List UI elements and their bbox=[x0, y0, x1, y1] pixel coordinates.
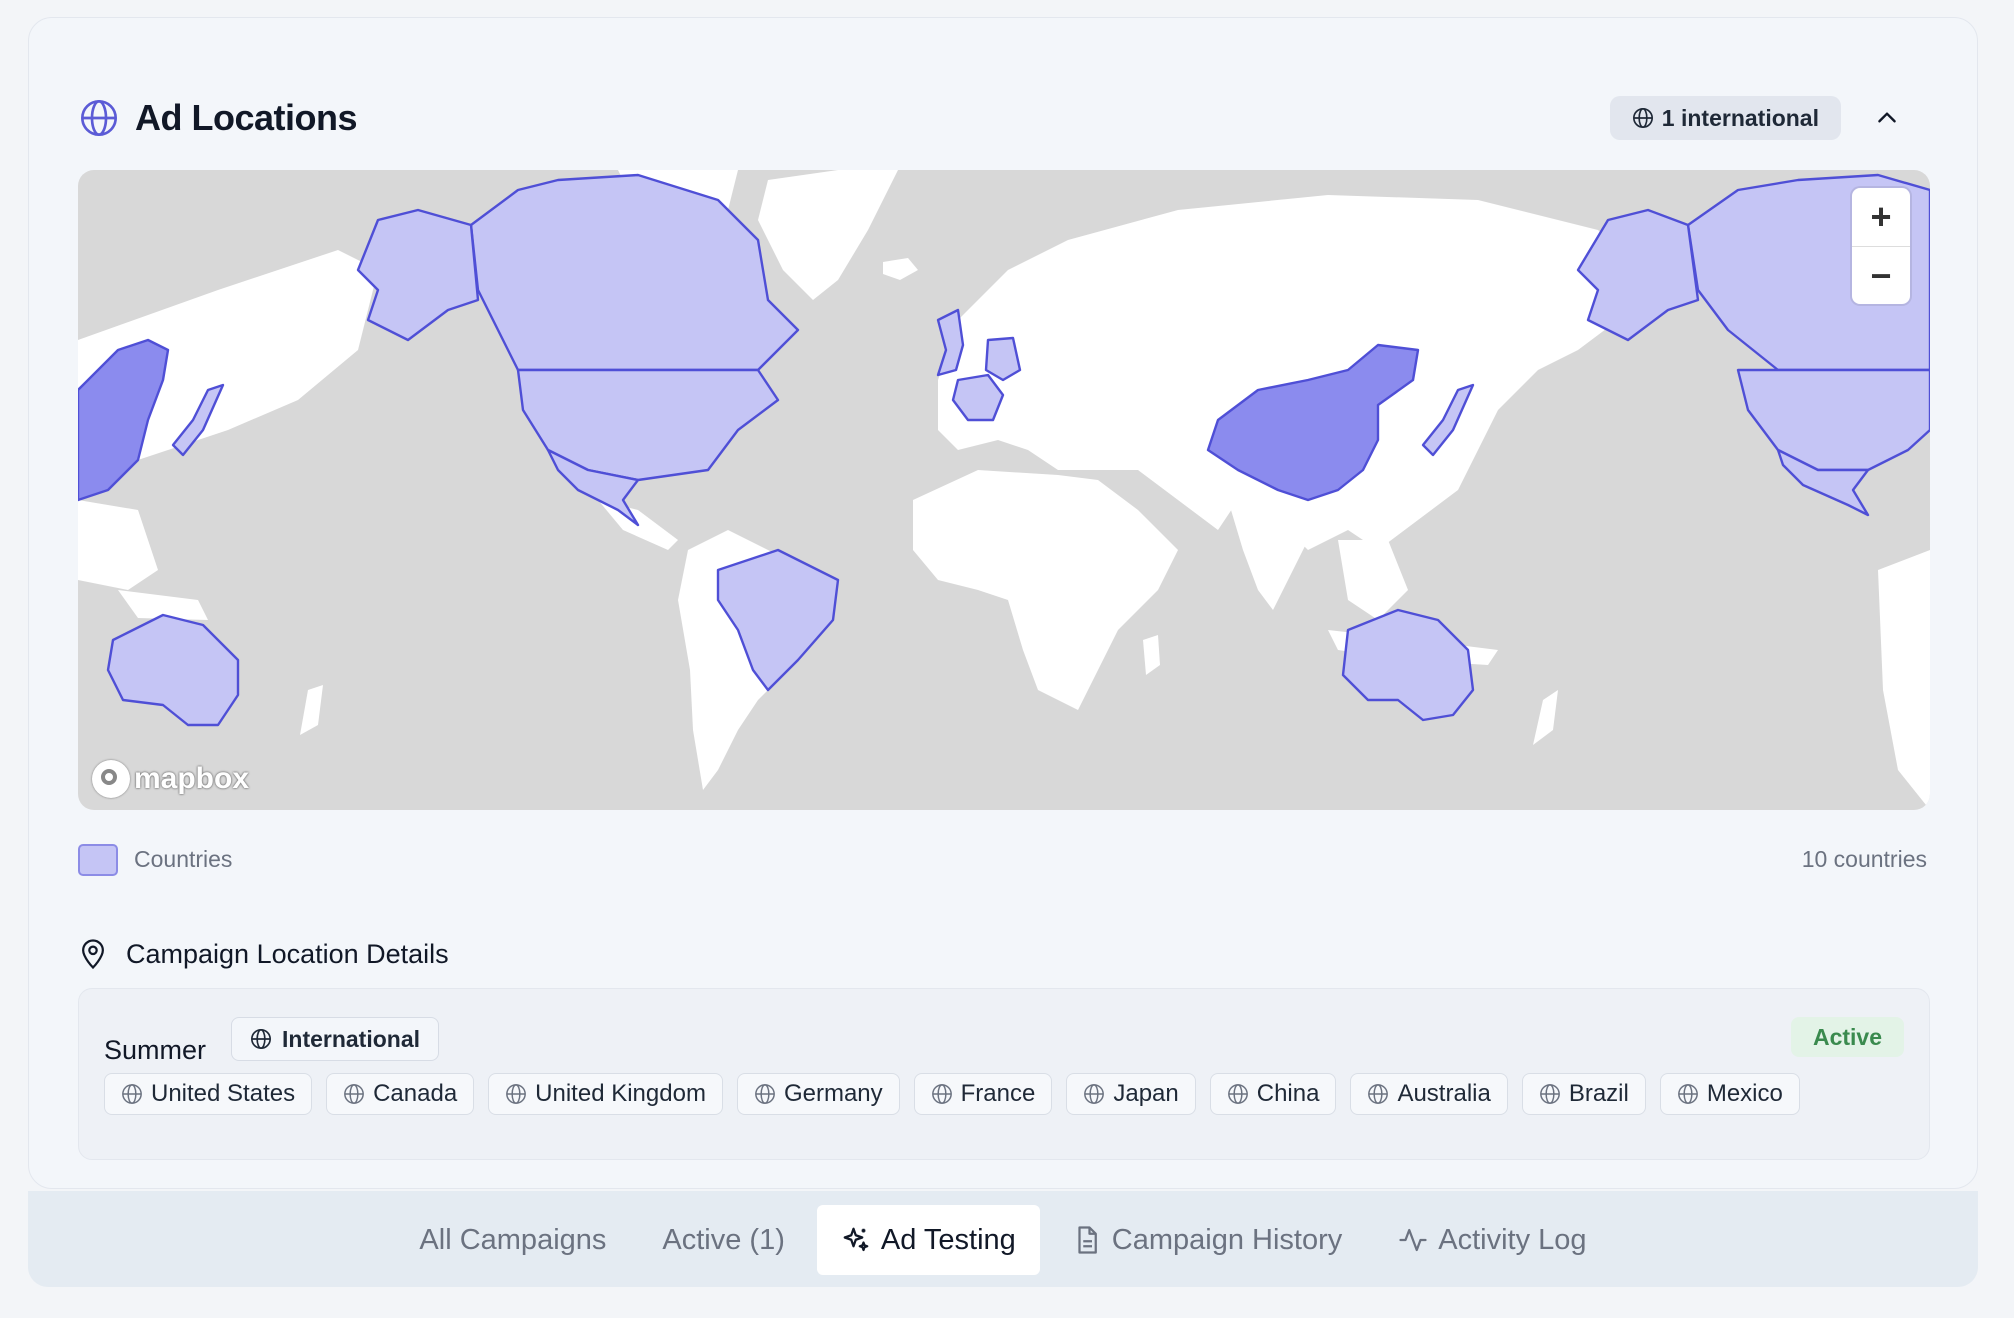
map-legend: Countries 10 countries bbox=[78, 842, 1927, 878]
country-chip: Mexico bbox=[1659, 1073, 1800, 1115]
country-chip-label: China bbox=[1256, 1080, 1320, 1107]
tab-label: Ad Testing bbox=[880, 1223, 1016, 1256]
activity-icon bbox=[1399, 1228, 1427, 1252]
tab-label: Active (1) bbox=[662, 1223, 785, 1256]
title-wrap: Ad Locations bbox=[79, 82, 358, 154]
zoom-controls: + − bbox=[1852, 188, 1910, 304]
globe-icon bbox=[1368, 1084, 1389, 1104]
germany-shape bbox=[984, 336, 1022, 382]
country-chip-label: Japan bbox=[1113, 1080, 1179, 1107]
southeast-asia-left-shape bbox=[78, 500, 158, 590]
legend-count: 10 countries bbox=[1801, 846, 1927, 872]
globe-icon bbox=[1539, 1084, 1560, 1104]
ad-locations-card: Ad Locations 1 international + − mapbox … bbox=[28, 17, 1978, 1189]
iceland-shape bbox=[883, 258, 918, 280]
country-chip-label: Australia bbox=[1397, 1080, 1491, 1107]
tab-bar: All Campaigns Active (1) Ad Testing Camp… bbox=[28, 1191, 1978, 1287]
globe-icon bbox=[251, 1029, 271, 1049]
sparkles-icon bbox=[843, 1227, 869, 1252]
tab-all-campaigns[interactable]: All Campaigns bbox=[395, 1205, 630, 1275]
status-badge: Active bbox=[1790, 1017, 1904, 1057]
country-chip: Germany bbox=[736, 1073, 900, 1115]
legend-label: Countries bbox=[134, 846, 233, 872]
country-chip: United Kingdom bbox=[488, 1073, 723, 1115]
globe-icon bbox=[1084, 1084, 1105, 1104]
chevron-up-icon bbox=[1878, 112, 1896, 123]
country-chip: Brazil bbox=[1521, 1073, 1646, 1115]
country-chip-label: Canada bbox=[373, 1080, 458, 1107]
country-chip-label: Germany bbox=[783, 1080, 883, 1107]
tab-label: Activity Log bbox=[1438, 1223, 1587, 1256]
tab-label: Campaign History bbox=[1111, 1223, 1343, 1256]
globe-icon bbox=[122, 1084, 142, 1104]
map-pin-icon bbox=[82, 939, 104, 970]
globe-icon bbox=[1632, 108, 1653, 128]
greenland-shape bbox=[758, 170, 898, 300]
united-states-right-shape bbox=[1736, 368, 1930, 472]
details-title: Campaign Location Details bbox=[126, 938, 449, 969]
country-chip-label: Brazil bbox=[1568, 1080, 1629, 1107]
mapbox-logo-icon bbox=[92, 760, 130, 798]
southeast-asia-shape bbox=[1338, 540, 1408, 620]
card-header: Ad Locations 1 international bbox=[79, 82, 1927, 154]
tab-ad-testing[interactable]: Ad Testing bbox=[816, 1205, 1040, 1275]
australia-shape bbox=[1341, 608, 1475, 722]
scope-badge: International bbox=[231, 1017, 440, 1061]
country-chip: Australia bbox=[1350, 1073, 1508, 1115]
india-shape bbox=[1228, 490, 1318, 610]
tab-campaign-history[interactable]: Campaign History bbox=[1048, 1205, 1366, 1275]
country-chip-label: France bbox=[960, 1080, 1036, 1107]
legend-swatch bbox=[78, 844, 118, 876]
country-chip: Canada bbox=[326, 1073, 475, 1115]
mapbox-attribution: mapbox bbox=[134, 762, 250, 795]
new-zealand-shape bbox=[1533, 690, 1558, 745]
globe-icon bbox=[1227, 1084, 1248, 1104]
collapse-button[interactable] bbox=[1867, 98, 1907, 138]
globe-icon bbox=[344, 1084, 364, 1104]
tab-activity-log[interactable]: Activity Log bbox=[1374, 1205, 1610, 1275]
country-chip: China bbox=[1209, 1073, 1337, 1115]
tab-active[interactable]: Active (1) bbox=[638, 1205, 808, 1275]
globe-icon bbox=[931, 1084, 952, 1104]
details-header: Campaign Location Details bbox=[78, 938, 449, 970]
zoom-out-button[interactable]: − bbox=[1852, 246, 1910, 304]
new-zealand-left-shape bbox=[300, 685, 323, 735]
international-count-badge: 1 international bbox=[1609, 96, 1841, 140]
world-map-canvas[interactable] bbox=[78, 170, 1930, 810]
country-chip: France bbox=[913, 1073, 1053, 1115]
africa-shape bbox=[913, 470, 1178, 710]
international-count-label: 1 international bbox=[1661, 104, 1819, 131]
campaign-name: Summer bbox=[104, 1035, 207, 1065]
country-chip: Japan bbox=[1066, 1073, 1196, 1115]
country-chip-label: Mexico bbox=[1706, 1080, 1783, 1107]
country-chip-list: United States Canada United Kingdom Germ… bbox=[104, 1073, 1800, 1115]
globe-icon bbox=[755, 1084, 775, 1104]
madagascar-shape bbox=[1143, 635, 1160, 675]
globe-icon bbox=[1677, 1084, 1698, 1104]
country-chip: United States bbox=[104, 1073, 313, 1115]
mapbox-logo[interactable]: mapbox bbox=[92, 760, 249, 798]
country-chip-label: United Kingdom bbox=[535, 1080, 706, 1107]
globe-icon bbox=[506, 1084, 527, 1104]
globe-icon bbox=[81, 100, 117, 136]
country-chip-label: United States bbox=[151, 1080, 296, 1107]
document-icon bbox=[1078, 1226, 1097, 1254]
americas-right-edge-shape bbox=[1878, 550, 1930, 810]
australia-left-shape bbox=[106, 613, 240, 727]
zoom-in-button[interactable]: + bbox=[1852, 188, 1910, 246]
tab-label: All Campaigns bbox=[419, 1223, 607, 1256]
tab-row: All Campaigns Active (1) Ad Testing Camp… bbox=[28, 1205, 1978, 1275]
campaign-location-card: Summer International Active United State… bbox=[78, 988, 1930, 1160]
world-map[interactable]: + − mapbox bbox=[78, 170, 1930, 810]
canada-shape bbox=[469, 173, 800, 372]
scope-label: International bbox=[282, 1025, 421, 1052]
alaska-shape bbox=[356, 208, 480, 342]
page-title: Ad Locations bbox=[135, 97, 358, 138]
